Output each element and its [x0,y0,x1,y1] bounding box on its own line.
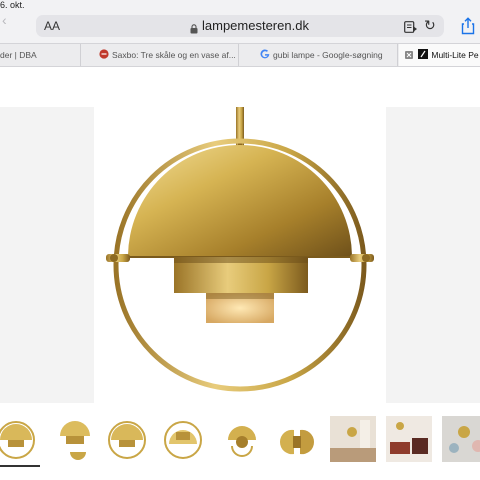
gubi-favicon-icon [418,45,429,66]
status-time: 6. okt. [0,0,25,10]
lock-icon [190,21,198,39]
address-bar[interactable]: AA lampemesteren.dk ↻ [36,15,444,37]
main-product-image[interactable] [94,107,386,403]
thumbnail-5[interactable] [218,412,264,464]
saxbo-favicon-icon [99,45,109,66]
tab-google[interactable]: gubi lampe - Google-søgning [240,44,398,66]
reload-icon[interactable]: ↻ [424,18,436,32]
google-favicon-icon [260,45,270,66]
thumbnail-2[interactable] [52,412,98,464]
gallery-next-image[interactable] [386,107,480,403]
reader-text-size-button[interactable]: AA [44,20,60,32]
back-icon[interactable]: ‹ [2,13,7,27]
tab-label: der | DBA [0,50,37,60]
tab-label: Multi-Lite Pe [431,50,479,60]
thumbnail-7[interactable] [330,412,376,464]
tab-label: Saxbo: Tre skåle og en vase af... [112,50,236,60]
product-gallery [0,107,480,403]
share-icon[interactable] [460,17,476,40]
gallery-previous-image[interactable] [0,107,94,403]
thumbnail-6[interactable] [274,412,320,464]
close-tab-icon[interactable] [405,45,413,66]
thumbnail-8[interactable] [386,412,432,464]
tab-label: gubi lampe - Google-søgning [273,50,383,60]
thumbnail-1[interactable] [0,412,42,464]
thumbnail-9[interactable] [442,412,480,464]
url-text: lampemesteren.dk [202,18,309,33]
active-thumbnail-indicator [0,465,40,467]
thumbnail-strip [0,412,480,472]
tab-dba[interactable]: der | DBA [0,44,81,66]
thumbnail-3[interactable] [104,412,150,464]
tab-multi-lite[interactable]: Multi-Lite Pe [399,44,480,66]
tab-saxbo[interactable]: Saxbo: Tre skåle og en vase af... [81,44,239,66]
tab-bar: der | DBA Saxbo: Tre skåle og en vase af… [0,43,480,67]
reader-icon[interactable] [404,20,418,38]
thumbnail-4[interactable] [160,412,206,464]
